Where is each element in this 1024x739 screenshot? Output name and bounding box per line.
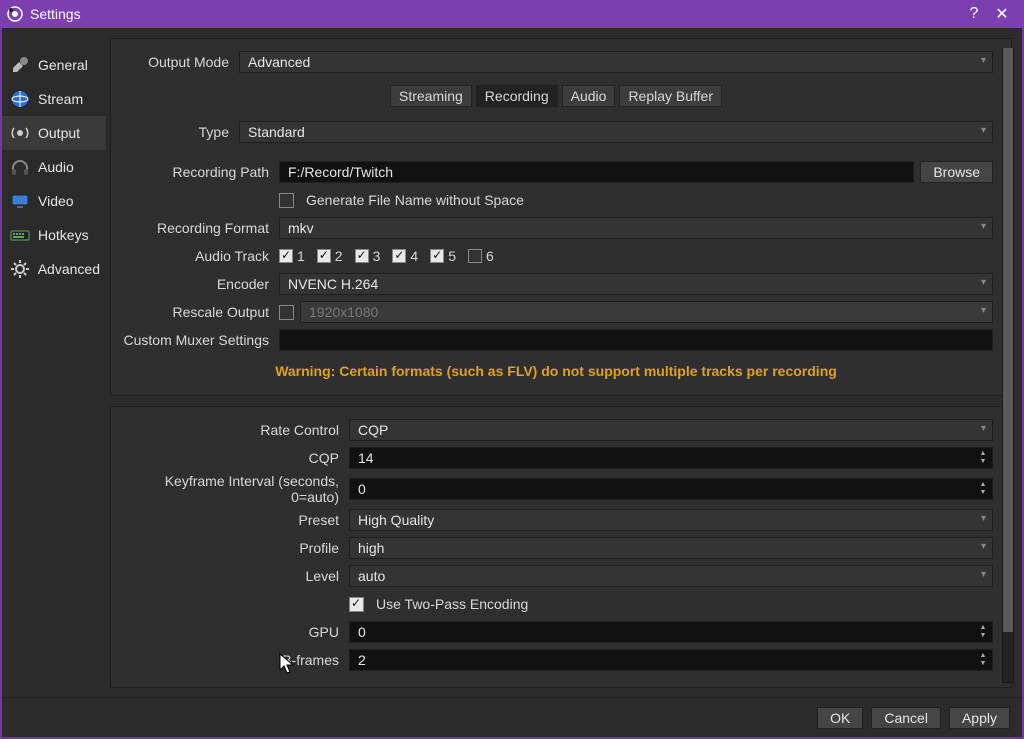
tab-streaming[interactable]: Streaming xyxy=(390,85,472,107)
output-mode-select[interactable]: Advanced ▾ xyxy=(239,51,993,73)
spinner-arrows-icon[interactable]: ▲▼ xyxy=(976,622,990,642)
ok-button[interactable]: OK xyxy=(817,707,863,729)
globe-icon xyxy=(8,87,32,111)
muxer-settings-label: Custom Muxer Settings xyxy=(119,332,279,348)
spinner-arrows-icon[interactable]: ▲▼ xyxy=(976,479,990,499)
chevron-down-icon: ▾ xyxy=(981,513,986,524)
chevron-down-icon: ▾ xyxy=(981,221,986,232)
app-icon xyxy=(6,5,24,23)
sidebar-item-advanced[interactable]: Advanced xyxy=(2,252,106,286)
keyframe-spinner[interactable]: 0▲▼ xyxy=(349,478,993,500)
window-title: Settings xyxy=(30,6,960,22)
cqp-spinner[interactable]: 14▲▼ xyxy=(349,447,993,469)
rate-control-select[interactable]: CQP▾ xyxy=(349,419,993,441)
chevron-down-icon: ▾ xyxy=(981,55,986,66)
sidebar-item-hotkeys[interactable]: Hotkeys xyxy=(2,218,106,252)
sidebar-item-video[interactable]: Video xyxy=(2,184,106,218)
recording-type-select[interactable]: Standard▾ xyxy=(239,121,993,143)
two-pass-checkbox[interactable]: ✓ xyxy=(349,597,364,612)
close-button[interactable]: ✕ xyxy=(988,4,1016,24)
chevron-down-icon: ▾ xyxy=(981,423,986,434)
preset-select[interactable]: High Quality▾ xyxy=(349,509,993,531)
help-button[interactable]: ? xyxy=(960,5,988,23)
vertical-scrollbar[interactable] xyxy=(1002,48,1014,683)
output-mode-label: Output Mode xyxy=(119,54,239,70)
encoder-select[interactable]: NVENC H.264▾ xyxy=(279,273,993,295)
rate-control-label: Rate Control xyxy=(119,422,349,438)
sidebar-item-general[interactable]: General xyxy=(2,48,106,82)
rescale-output-label: Rescale Output xyxy=(119,304,279,320)
recording-format-label: Recording Format xyxy=(119,220,279,236)
rescale-output-select: 1920x1080▾ xyxy=(300,301,993,323)
audio-track-label: Audio Track xyxy=(119,248,279,264)
preset-label: Preset xyxy=(119,512,349,528)
gear-icon xyxy=(8,257,32,281)
recording-path-input[interactable]: F:/Record/Twitch xyxy=(279,161,914,183)
sidebar-item-label: Stream xyxy=(38,91,83,107)
bframes-spinner[interactable]: 2▲▼ xyxy=(349,649,993,671)
format-warning: Warning: Certain formats (such as FLV) d… xyxy=(119,363,993,379)
output-panel-top: Output Mode Advanced ▾ Streaming Recordi… xyxy=(110,38,1012,396)
browse-button[interactable]: Browse xyxy=(920,161,993,183)
sidebar-item-audio[interactable]: Audio xyxy=(2,150,106,184)
dialog-footer: OK Cancel Apply xyxy=(2,697,1022,737)
gpu-label: GPU xyxy=(119,624,349,640)
broadcast-icon xyxy=(8,121,32,145)
recording-path-label: Recording Path xyxy=(119,164,279,180)
encoder-label: Encoder xyxy=(119,276,279,292)
audio-tracks: ✓1 ✓2 ✓3 ✓4 ✓5 ✓6 xyxy=(279,248,993,264)
chevron-down-icon: ▾ xyxy=(981,125,986,136)
apply-button[interactable]: Apply xyxy=(949,707,1010,729)
level-label: Level xyxy=(119,568,349,584)
settings-sidebar: General Stream Output Audio Video Hotkey… xyxy=(2,28,106,697)
track-4-checkbox[interactable]: ✓ xyxy=(392,249,406,263)
sidebar-item-output[interactable]: Output xyxy=(2,116,106,150)
encoder-settings-panel: Rate Control CQP▾ CQP 14▲▼ Keyframe Inte… xyxy=(110,406,1012,688)
profile-select[interactable]: high▾ xyxy=(349,537,993,559)
sidebar-item-label: Output xyxy=(38,125,80,141)
tab-audio[interactable]: Audio xyxy=(562,85,616,107)
track-1-checkbox[interactable]: ✓ xyxy=(279,249,293,263)
monitor-icon xyxy=(8,189,32,213)
cqp-label: CQP xyxy=(119,450,349,466)
two-pass-label: Use Two-Pass Encoding xyxy=(376,596,528,612)
sidebar-item-label: Hotkeys xyxy=(38,227,89,243)
sidebar-item-stream[interactable]: Stream xyxy=(2,82,106,116)
spinner-arrows-icon[interactable]: ▲▼ xyxy=(976,650,990,670)
sidebar-item-label: Advanced xyxy=(38,261,100,277)
tab-recording[interactable]: Recording xyxy=(476,85,558,107)
track-5-checkbox[interactable]: ✓ xyxy=(430,249,444,263)
track-3-checkbox[interactable]: ✓ xyxy=(355,249,369,263)
generate-no-space-label: Generate File Name without Space xyxy=(306,192,524,208)
profile-label: Profile xyxy=(119,540,349,556)
track-2-checkbox[interactable]: ✓ xyxy=(317,249,331,263)
output-tabs: Streaming Recording Audio Replay Buffer xyxy=(119,85,993,107)
keyboard-icon xyxy=(8,223,32,247)
headphones-icon xyxy=(8,155,32,179)
track-6-checkbox[interactable]: ✓ xyxy=(468,249,482,263)
titlebar: Settings ? ✕ xyxy=(0,0,1024,28)
level-select[interactable]: auto▾ xyxy=(349,565,993,587)
chevron-down-icon: ▾ xyxy=(981,569,986,580)
recording-format-select[interactable]: mkv▾ xyxy=(279,217,993,239)
muxer-settings-input[interactable] xyxy=(279,329,993,351)
generate-no-space-checkbox[interactable]: ✓ xyxy=(279,193,294,208)
chevron-down-icon: ▾ xyxy=(981,541,986,552)
sidebar-item-label: General xyxy=(38,57,88,73)
chevron-down-icon: ▾ xyxy=(981,305,986,316)
keyframe-label: Keyframe Interval (seconds, 0=auto) xyxy=(119,473,349,505)
bframes-label: B-frames xyxy=(119,652,349,668)
tab-replay-buffer[interactable]: Replay Buffer xyxy=(619,85,722,107)
wrench-icon xyxy=(8,53,32,77)
chevron-down-icon: ▾ xyxy=(981,277,986,288)
rescale-output-checkbox[interactable]: ✓ xyxy=(279,305,294,320)
sidebar-item-label: Video xyxy=(38,193,74,209)
gpu-spinner[interactable]: 0▲▼ xyxy=(349,621,993,643)
cancel-button[interactable]: Cancel xyxy=(871,707,941,729)
sidebar-item-label: Audio xyxy=(38,159,74,175)
spinner-arrows-icon[interactable]: ▲▼ xyxy=(976,448,990,468)
recording-type-label: Type xyxy=(119,124,239,140)
settings-content: Output Mode Advanced ▾ Streaming Recordi… xyxy=(106,28,1022,697)
